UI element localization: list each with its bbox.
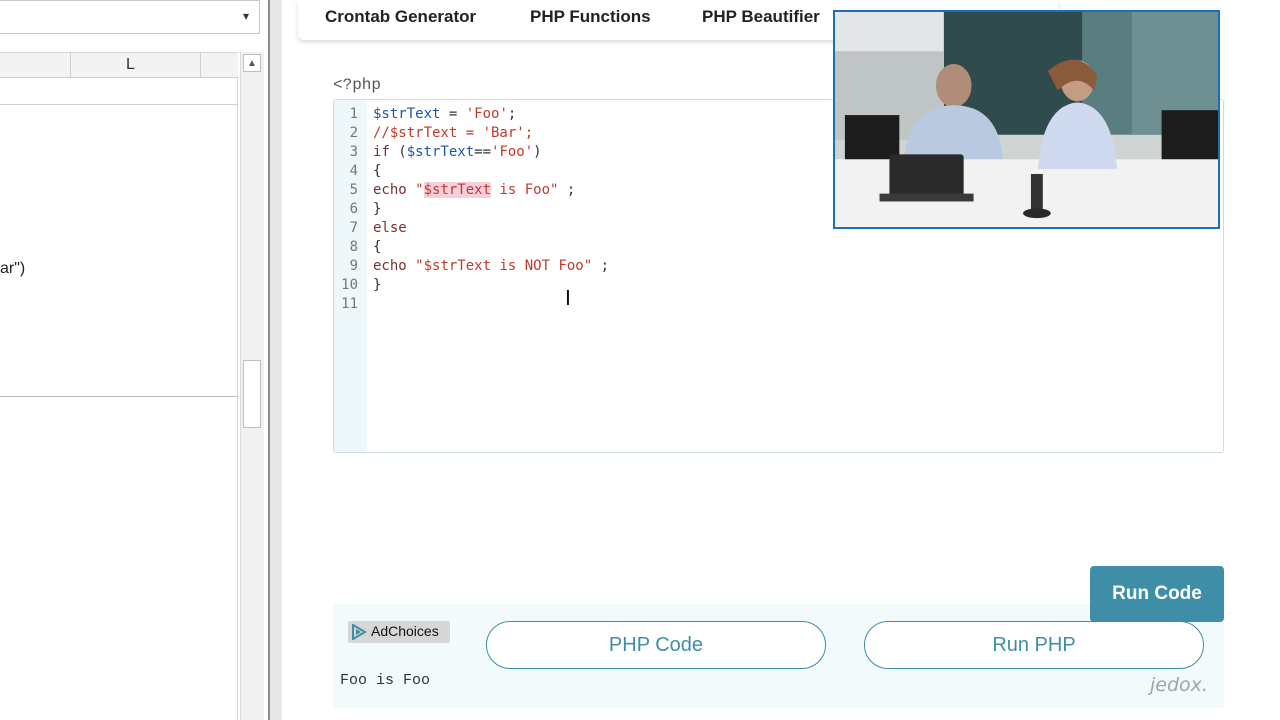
adchoices-label[interactable]: AdChoices bbox=[371, 623, 439, 639]
cell-content[interactable]: ar") bbox=[0, 260, 25, 278]
code-token: " bbox=[415, 182, 424, 198]
row-divider bbox=[0, 396, 238, 397]
code-line-4[interactable]: { bbox=[373, 162, 381, 181]
code-token: ; bbox=[592, 258, 610, 274]
selected-text[interactable]: $strText bbox=[423, 182, 492, 198]
line-number-gutter: 1 2 3 4 5 6 7 8 9 10 11 bbox=[334, 100, 366, 452]
code-token: = bbox=[440, 106, 466, 122]
text-cursor-icon: I bbox=[565, 286, 571, 310]
column-header-L[interactable]: L bbox=[126, 56, 135, 74]
code-token: == bbox=[474, 144, 492, 160]
code-token: ; bbox=[507, 106, 517, 122]
line-number: 1 bbox=[349, 106, 358, 122]
nav-crontab-generator[interactable]: Crontab Generator bbox=[325, 7, 476, 27]
line-number: 10 bbox=[341, 277, 358, 293]
name-box-dropdown[interactable]: ▾ bbox=[0, 0, 260, 34]
code-token: ; bbox=[558, 182, 576, 198]
code-line-7[interactable]: else bbox=[373, 219, 407, 238]
line-number: 9 bbox=[349, 258, 358, 274]
line-number: 11 bbox=[341, 296, 358, 312]
spreadsheet-pane: ▾ L ar") ▲ bbox=[0, 0, 270, 720]
php-code-button[interactable]: PHP Code bbox=[486, 621, 826, 669]
code-line-5[interactable]: echo "$strText is Foo" ; bbox=[373, 181, 575, 200]
adchoices-badge[interactable]: AdChoices bbox=[348, 621, 450, 643]
run-php-button[interactable]: Run PHP bbox=[864, 621, 1204, 669]
code-line-10[interactable]: } bbox=[373, 276, 381, 295]
code-token: echo bbox=[373, 258, 407, 274]
code-token: $strText bbox=[373, 106, 441, 122]
code-token: 'Foo' bbox=[465, 106, 508, 122]
code-token: else bbox=[373, 220, 407, 236]
column-divider[interactable] bbox=[70, 52, 71, 78]
cell-grid[interactable] bbox=[0, 78, 238, 720]
column-divider[interactable] bbox=[200, 52, 201, 78]
line-number: 4 bbox=[349, 163, 358, 179]
column-header-row bbox=[0, 52, 238, 78]
line-number: 7 bbox=[349, 220, 358, 236]
code-token: ( bbox=[389, 144, 407, 160]
chevron-down-icon[interactable]: ▾ bbox=[239, 9, 253, 23]
row-divider bbox=[0, 104, 238, 105]
output-text: Foo is Foo bbox=[340, 672, 431, 689]
code-token: if bbox=[373, 144, 390, 160]
code-token: "$strText is NOT Foo" bbox=[415, 258, 593, 274]
nav-php-functions[interactable]: PHP Functions bbox=[530, 7, 651, 27]
adchoices-icon[interactable] bbox=[351, 624, 367, 640]
code-token: ) bbox=[533, 144, 542, 160]
code-token: is Foo" bbox=[491, 182, 559, 198]
code-line-6[interactable]: } bbox=[373, 200, 381, 219]
code-token: //$strText = 'Bar'; bbox=[373, 125, 534, 141]
nav-php-beautifier[interactable]: PHP Beautifier bbox=[702, 7, 820, 27]
php-open-tag: <?php bbox=[333, 76, 382, 94]
code-line-9[interactable]: echo "$strText is NOT Foo" ; bbox=[373, 257, 609, 276]
code-line-8[interactable]: { bbox=[373, 238, 381, 257]
line-number: 3 bbox=[349, 144, 358, 160]
chevron-up-icon[interactable]: ▲ bbox=[243, 54, 261, 72]
jedox-watermark: jedox. bbox=[1150, 674, 1208, 696]
line-number: 2 bbox=[349, 125, 358, 141]
run-code-button[interactable]: Run Code bbox=[1090, 566, 1224, 622]
vertical-scrollbar[interactable]: ▲ bbox=[240, 52, 264, 720]
scrollbar-thumb[interactable] bbox=[243, 360, 261, 428]
video-frame bbox=[835, 12, 1218, 227]
line-number: 6 bbox=[349, 201, 358, 217]
code-line-3[interactable]: if ($strText=='Foo') bbox=[373, 143, 542, 162]
line-number: 5 bbox=[349, 182, 358, 198]
code-line-1[interactable]: $strText = 'Foo'; bbox=[373, 105, 516, 124]
code-token: $strText bbox=[406, 144, 475, 160]
presenter-video[interactable] bbox=[833, 10, 1220, 229]
line-number: 8 bbox=[349, 239, 358, 255]
code-line-2[interactable]: //$strText = 'Bar'; bbox=[373, 124, 533, 143]
code-token: echo bbox=[373, 182, 407, 198]
code-token: 'Foo' bbox=[491, 144, 534, 160]
pane-splitter[interactable] bbox=[268, 0, 282, 720]
